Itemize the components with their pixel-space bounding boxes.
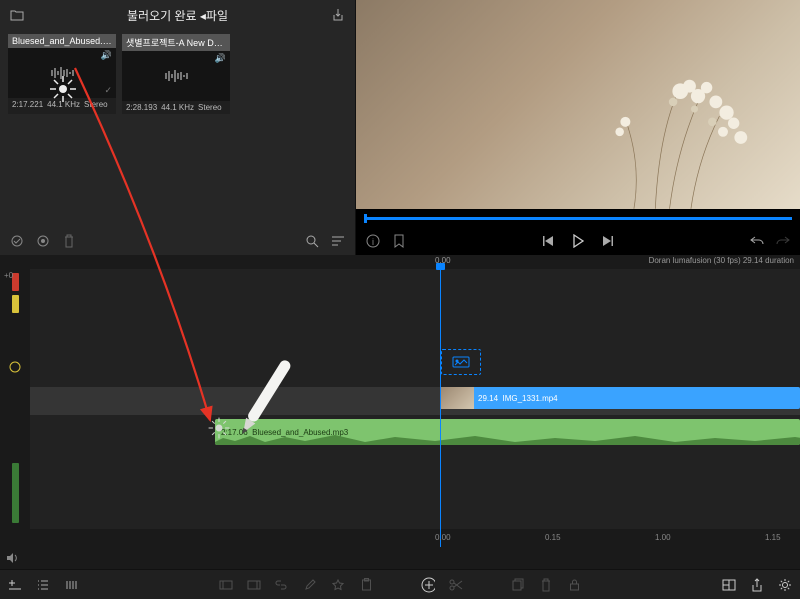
library-panel: 불러오기 완료 ◂파일 Bluesed_and_Abused.mp3 🔊 ✓ — [0, 0, 356, 255]
waveform-icon — [161, 68, 191, 84]
track-area[interactable]: 29.14 IMG_1331.mp4 2:17.06 Bluesed_and_A… — [30, 269, 800, 529]
select-all-icon[interactable] — [10, 234, 24, 248]
drop-zone-icon — [441, 349, 481, 375]
trash-icon[interactable] — [539, 578, 553, 592]
sparkle-icon — [206, 415, 232, 441]
trim-end-icon[interactable] — [247, 578, 261, 592]
video-preview[interactable] — [356, 0, 800, 209]
copy-icon[interactable] — [511, 578, 525, 592]
star-icon[interactable] — [331, 578, 345, 592]
play-icon[interactable] — [571, 234, 585, 248]
speaker-icon: 🔊 — [215, 53, 226, 64]
redo-icon[interactable] — [776, 234, 790, 248]
svg-text:i: i — [372, 237, 374, 247]
trim-start-icon[interactable] — [219, 578, 233, 592]
level-meters: +0 — [0, 269, 30, 529]
pencil-icon[interactable] — [303, 578, 317, 592]
timeline-audio-clip[interactable]: 2:17.06 Bluesed_and_Abused.mp3 — [215, 419, 800, 445]
marker-icon[interactable] — [392, 234, 406, 248]
info-icon[interactable]: i — [366, 234, 380, 248]
track-marker-icon — [9, 361, 21, 373]
link-icon[interactable] — [275, 578, 289, 592]
sort-icon[interactable] — [331, 234, 345, 248]
record-icon[interactable] — [36, 234, 50, 248]
add-icon[interactable] — [421, 578, 435, 592]
bottom-toolbar — [0, 569, 800, 599]
search-icon[interactable] — [305, 234, 319, 248]
import-icon[interactable] — [331, 8, 345, 22]
library-clip[interactable]: 샛별프로젝트-A New Day!.m... 🔊 2:28.193 44.1 K… — [122, 34, 230, 114]
timeline-panel: 0.00 Doran lumafusion (30 fps) 29.14 dur… — [0, 255, 800, 569]
next-icon[interactable] — [601, 234, 615, 248]
add-track-icon[interactable] — [8, 578, 22, 592]
timeline-ruler-top[interactable]: 0.00 Doran lumafusion (30 fps) 29.14 dur… — [0, 255, 800, 269]
timeline-video-clip[interactable]: 29.14 IMG_1331.mp4 — [440, 387, 800, 409]
library-title: 불러오기 완료 ◂파일 — [127, 7, 228, 24]
trash-icon[interactable] — [62, 234, 76, 248]
settings-icon[interactable] — [778, 578, 792, 592]
clipboard-icon[interactable] — [359, 578, 373, 592]
undo-icon[interactable] — [750, 234, 764, 248]
list-icon[interactable] — [36, 578, 50, 592]
clip-thumbnail — [440, 387, 474, 409]
prev-icon[interactable] — [541, 234, 555, 248]
share-icon[interactable] — [750, 578, 764, 592]
layout-icon[interactable] — [722, 578, 736, 592]
check-icon: ✓ — [104, 85, 112, 96]
timeline-ruler-bottom[interactable]: 0.00 0.15 1.00 1.15 — [0, 529, 800, 547]
sparkle-icon — [48, 74, 74, 100]
project-info: Doran lumafusion (30 fps) 29.14 duration — [649, 256, 794, 265]
preview-panel: i — [356, 0, 800, 255]
folder-icon[interactable] — [10, 8, 24, 22]
library-clip[interactable]: Bluesed_and_Abused.mp3 🔊 ✓ 2:17.221 44.1… — [8, 34, 116, 114]
scissors-icon[interactable] — [449, 578, 463, 592]
playhead[interactable] — [440, 269, 441, 529]
lock-icon[interactable] — [567, 578, 581, 592]
speaker-icon: 🔊 — [101, 50, 112, 61]
clip-name: Bluesed_and_Abused.mp3 — [8, 34, 116, 48]
volume-icon[interactable] — [6, 551, 20, 565]
bars-icon[interactable] — [64, 578, 78, 592]
preview-image — [511, 52, 800, 209]
preview-scrubber[interactable] — [356, 209, 800, 227]
audio-waveform — [215, 433, 800, 445]
clip-name: 샛별프로젝트-A New Day!.m... — [122, 34, 230, 51]
